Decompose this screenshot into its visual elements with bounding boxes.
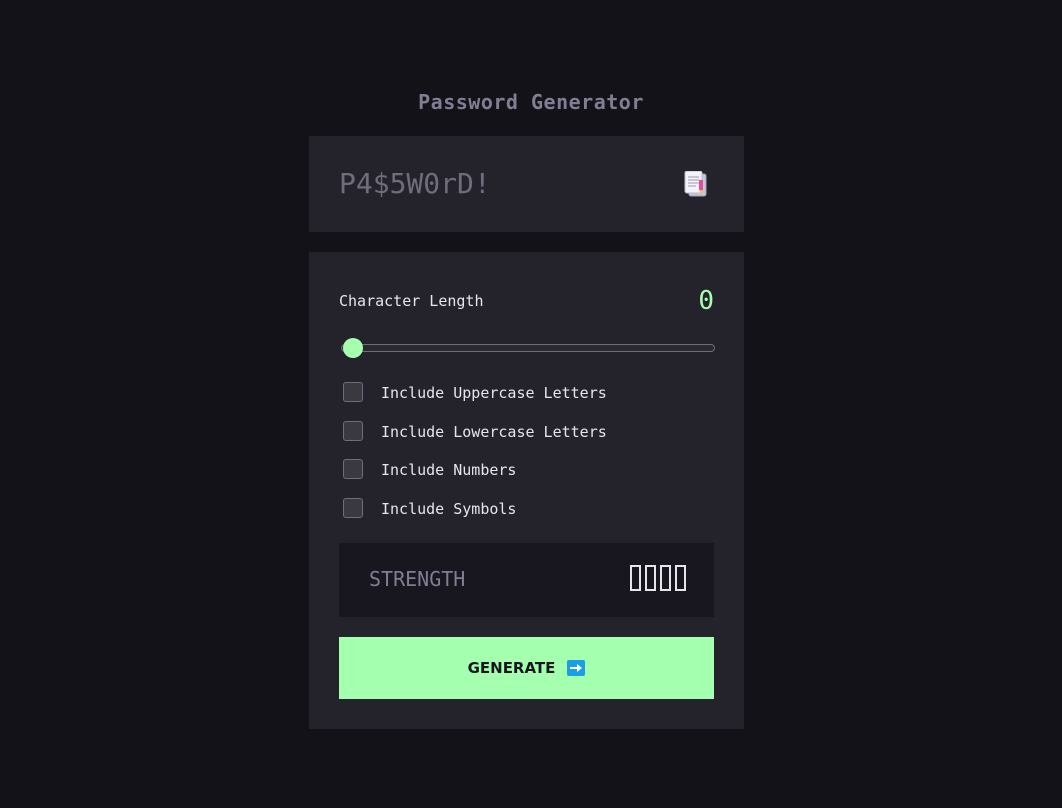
symbols-checkbox[interactable]: [343, 497, 363, 518]
arrow-right-icon: [567, 660, 586, 676]
generate-button[interactable]: GENERATE: [339, 637, 714, 699]
uppercase-checkbox[interactable]: [343, 382, 363, 402]
option-lowercase[interactable]: Include Lowercase Letters: [343, 420, 718, 459]
strength-meter: STRENGTH: [339, 543, 714, 617]
length-row: Character Length 0: [339, 286, 714, 316]
options-list: Include Uppercase Letters Include Lowerc…: [343, 381, 718, 535]
strength-label: STRENGTH: [369, 567, 466, 591]
slider-thumb[interactable]: [343, 338, 363, 358]
strength-bar: [675, 565, 686, 591]
password-display: P4$5W0rD!: [309, 136, 744, 232]
length-label: Character Length: [339, 292, 484, 310]
numbers-label: Include Numbers: [381, 461, 517, 479]
settings-panel: Character Length 0 Include Uppercase Let…: [309, 252, 744, 729]
symbols-label: Include Symbols: [381, 499, 517, 518]
page-title: Password Generator: [418, 90, 644, 114]
numbers-checkbox[interactable]: [343, 459, 363, 479]
strength-bar: [630, 565, 641, 591]
password-output: P4$5W0rD!: [339, 167, 491, 200]
uppercase-label: Include Uppercase Letters: [381, 384, 607, 402]
length-value: 0: [698, 286, 714, 316]
generate-label: GENERATE: [467, 659, 556, 677]
strength-bar: [660, 565, 671, 591]
option-symbols[interactable]: Include Symbols: [343, 497, 718, 536]
lowercase-checkbox[interactable]: [343, 420, 363, 441]
copy-icon[interactable]: [684, 170, 710, 201]
strength-bars: [630, 565, 686, 591]
option-numbers[interactable]: Include Numbers: [343, 458, 718, 497]
strength-bar: [645, 565, 656, 591]
slider-track[interactable]: [341, 344, 715, 352]
lowercase-label: Include Lowercase Letters: [381, 422, 607, 441]
option-uppercase[interactable]: Include Uppercase Letters: [343, 381, 718, 420]
length-slider[interactable]: [341, 338, 716, 358]
